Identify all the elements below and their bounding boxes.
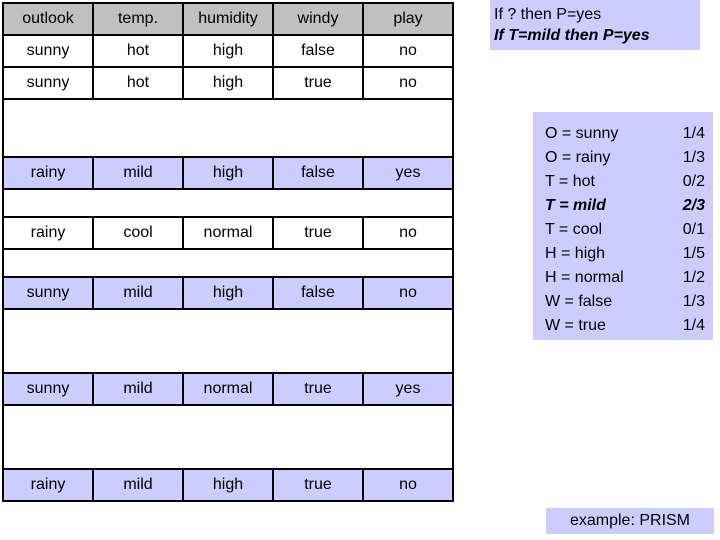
coverage-value: 1/4	[682, 125, 705, 142]
table-cell-play: yes	[362, 372, 454, 406]
table-row[interactable]: rainy mild high false yes	[2, 156, 454, 190]
rule-line-selected: If T=mild then P=yes	[494, 27, 650, 44]
coverage-row: T = hot 0/2	[533, 170, 713, 194]
coverage-row: W = false 1/3	[533, 290, 713, 314]
coverage-value: 1/2	[682, 269, 705, 286]
coverage-label: T = cool	[545, 221, 603, 238]
table-spacer-cell	[3, 308, 453, 374]
table-cell-temp: mild	[92, 372, 184, 406]
coverage-label: W = true	[545, 317, 606, 334]
table-spacer-cell	[3, 404, 453, 470]
coverage-value: 0/2	[682, 173, 705, 190]
coverage-value: 0/1	[682, 221, 705, 238]
coverage-label: T = mild	[545, 197, 606, 214]
table-cell-play: no	[362, 216, 454, 250]
table-cell-windy: true	[272, 468, 364, 502]
table-row[interactable]: rainy mild high true no	[2, 468, 454, 502]
column-header-play: play	[362, 2, 454, 36]
table-cell-outlook: rainy	[2, 156, 94, 190]
table-cell-humidity: high	[182, 66, 274, 100]
coverage-value: 2/3	[682, 197, 705, 214]
table-row[interactable]: sunny mild normal true yes	[2, 372, 454, 406]
example-caption-box: example: PRISM	[546, 508, 714, 534]
table-spacer-row	[3, 188, 453, 218]
coverage-row: H = high 1/5	[533, 242, 713, 266]
table-cell-humidity: high	[182, 34, 274, 68]
coverage-row: W = true 1/4	[533, 314, 713, 338]
table-cell-humidity: high	[182, 468, 274, 502]
coverage-row: T = mild 2/3	[533, 194, 713, 218]
coverage-label: T = hot	[545, 173, 595, 190]
table-cell-windy: true	[272, 66, 364, 100]
coverage-value: 1/4	[682, 317, 705, 334]
table-spacer-row	[3, 248, 453, 278]
table-cell-temp: hot	[92, 66, 184, 100]
table-cell-play: no	[362, 66, 454, 100]
table-spacer-row	[3, 404, 453, 470]
table-cell-humidity: normal	[182, 216, 274, 250]
table-row[interactable]: sunny mild high false no	[2, 276, 454, 310]
table-cell-temp: mild	[92, 468, 184, 502]
column-header-windy: windy	[272, 2, 364, 36]
table-cell-windy: false	[272, 34, 364, 68]
table-cell-windy: true	[272, 216, 364, 250]
table-cell-play: no	[362, 34, 454, 68]
table-cell-temp: mild	[92, 276, 184, 310]
coverage-value: 1/3	[682, 293, 705, 310]
coverage-label: H = normal	[545, 269, 624, 286]
coverage-label: H = high	[545, 245, 606, 262]
table-cell-humidity: normal	[182, 372, 274, 406]
table-spacer-row	[3, 98, 453, 158]
coverage-row: O = rainy 1/3	[533, 146, 713, 170]
table-cell-temp: mild	[92, 156, 184, 190]
table-cell-windy: false	[272, 156, 364, 190]
coverage-row: T = cool 0/1	[533, 218, 713, 242]
coverage-label: W = false	[545, 293, 613, 310]
example-caption-text: example: PRISM	[569, 512, 691, 529]
table-cell-humidity: high	[182, 156, 274, 190]
table-cell-humidity: high	[182, 276, 274, 310]
table-cell-outlook: rainy	[2, 468, 94, 502]
coverage-label: O = sunny	[545, 125, 619, 142]
table-cell-windy: true	[272, 372, 364, 406]
table-row[interactable]: sunny hot high true no	[2, 66, 454, 100]
column-header-humidity: humidity	[182, 2, 274, 36]
table-cell-play: no	[362, 276, 454, 310]
table-spacer-row	[3, 308, 453, 374]
table-body: sunny hot high false no sunny hot high true no ra…	[2, 34, 454, 502]
table-header-row: outlook temp. humidity windy play	[2, 2, 454, 36]
table-cell-outlook: sunny	[2, 276, 94, 310]
table-cell-outlook: sunny	[2, 66, 94, 100]
table-cell-outlook: sunny	[2, 372, 94, 406]
table-row[interactable]: sunny hot high false no	[2, 34, 454, 68]
rule-line-generic: If ? then P=yes	[494, 6, 602, 23]
coverage-row: O = sunny 1/4	[533, 122, 713, 146]
weather-dataset-table: outlook temp. humidity windy play sunny h…	[2, 2, 454, 502]
coverage-row: H = normal 1/2	[533, 266, 713, 290]
table-spacer-cell	[3, 188, 453, 218]
column-header-temp: temp.	[92, 2, 184, 36]
candidate-rule-box: If ? then P=yes If T=mild then P=yes	[490, 0, 700, 50]
column-header-outlook: outlook	[2, 2, 94, 36]
table-spacer-cell	[3, 98, 453, 158]
coverage-value: 1/3	[682, 149, 705, 166]
table-spacer-cell	[3, 248, 453, 278]
table-cell-windy: false	[272, 276, 364, 310]
table-cell-outlook: sunny	[2, 34, 94, 68]
table-cell-temp: hot	[92, 34, 184, 68]
coverage-label: O = rainy	[545, 149, 611, 166]
table-cell-temp: cool	[92, 216, 184, 250]
table-cell-outlook: rainy	[2, 216, 94, 250]
table-cell-play: no	[362, 468, 454, 502]
table-row[interactable]: rainy cool normal true no	[2, 216, 454, 250]
coverage-value: 1/5	[682, 245, 705, 262]
coverage-statistics-box: O = sunny 1/4 O = rainy 1/3 T = hot 0/2 T = mi…	[533, 112, 713, 340]
table-cell-play: yes	[362, 156, 454, 190]
table-header: outlook temp. humidity windy play	[2, 2, 454, 36]
